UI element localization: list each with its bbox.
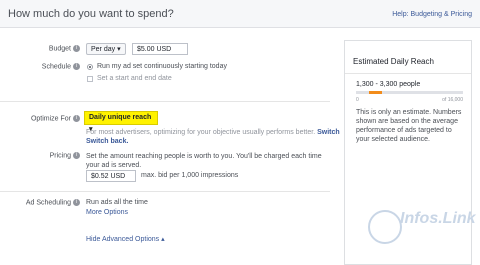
schedule-dates-checkbox[interactable] bbox=[87, 76, 93, 82]
divider bbox=[0, 101, 330, 102]
watermark-logo bbox=[368, 210, 402, 244]
help-link[interactable]: Help: Budgeting & Pricing bbox=[392, 11, 472, 18]
budget-amount-input[interactable]: $5.00 USD bbox=[132, 43, 188, 55]
ad-scheduling-label-text: Ad Scheduling bbox=[25, 199, 71, 207]
bid-suffix: max. bid per 1,000 impressions bbox=[141, 172, 239, 179]
pricing-description: Set the amount reaching people is worth … bbox=[86, 153, 322, 169]
optimize-hint-text: For most advertisers, optimizing for you… bbox=[86, 129, 316, 136]
budget-label: Budget i bbox=[40, 45, 80, 52]
pricing-label: Pricing i bbox=[40, 152, 80, 159]
schedule-label: Schedule i bbox=[36, 63, 80, 70]
info-icon[interactable]: i bbox=[73, 45, 80, 52]
ad-scheduling-value: Run ads all the time bbox=[86, 199, 148, 206]
reach-range: 1,300 - 3,300 people bbox=[356, 81, 421, 88]
pricing-label-text: Pricing bbox=[49, 152, 71, 160]
page-title: How much do you want to spend? bbox=[8, 8, 174, 20]
schedule-dates-label[interactable]: Set a start and end date bbox=[97, 75, 172, 82]
schedule-continuous-label[interactable]: Run my ad set continuously starting toda… bbox=[97, 63, 227, 70]
reach-bar-fill bbox=[368, 91, 382, 94]
switch-back-link[interactable]: Switch back. bbox=[86, 138, 128, 145]
estimated-reach-title: Estimated Daily Reach bbox=[353, 57, 434, 66]
optimize-hint: For most advertisers, optimizing for you… bbox=[86, 129, 340, 136]
budget-label-text: Budget bbox=[48, 45, 71, 53]
watermark-text: Infos.Link bbox=[400, 210, 476, 227]
reach-bar bbox=[356, 91, 463, 94]
bid-input[interactable]: $0.52 USD bbox=[86, 170, 136, 182]
schedule-label-text: Schedule bbox=[41, 63, 71, 71]
info-icon[interactable]: i bbox=[73, 152, 80, 159]
divider bbox=[345, 73, 471, 74]
info-icon[interactable]: i bbox=[73, 199, 80, 206]
info-icon[interactable]: i bbox=[73, 63, 80, 70]
hide-advanced-options-link[interactable]: Hide Advanced Options ▴ bbox=[86, 235, 165, 243]
switch-link[interactable]: Switch bbox=[317, 129, 340, 136]
reach-bar-labels: 0 of 16,000 bbox=[356, 97, 463, 103]
ad-scheduling-label: Ad Scheduling i bbox=[20, 199, 80, 206]
budget-period-select[interactable]: Per day ▾ bbox=[86, 43, 126, 55]
page-header: How much do you want to spend? Help: Bud… bbox=[0, 0, 480, 28]
schedule-continuous-radio[interactable] bbox=[87, 64, 93, 70]
optimize-label: Optimize For i bbox=[28, 115, 80, 122]
reach-note: This is only an estimate. Numbers shown … bbox=[356, 109, 462, 143]
optimize-label-text: Optimize For bbox=[30, 115, 71, 123]
reach-bar-max: of 16,000 bbox=[442, 97, 463, 103]
info-icon[interactable]: i bbox=[73, 115, 80, 122]
more-options-link[interactable]: More Options bbox=[86, 209, 128, 216]
estimated-reach-panel: Estimated Daily Reach 1,300 - 3,300 peop… bbox=[344, 40, 472, 265]
optimize-select[interactable]: Daily unique reach ▾ bbox=[84, 111, 158, 133]
reach-bar-min: 0 bbox=[356, 97, 359, 103]
divider bbox=[0, 191, 330, 192]
